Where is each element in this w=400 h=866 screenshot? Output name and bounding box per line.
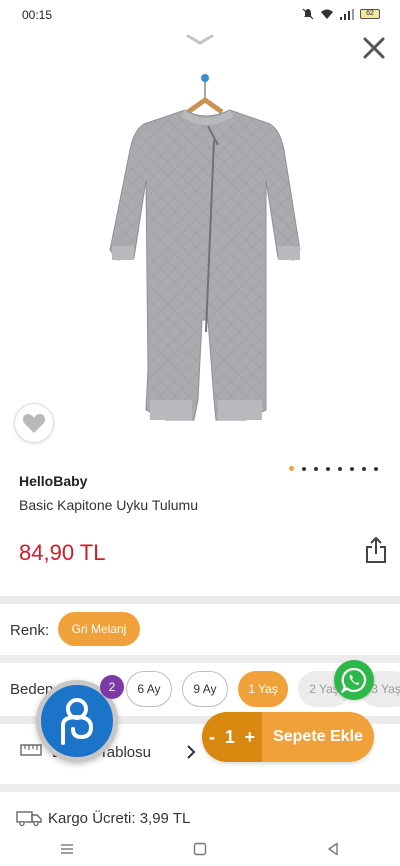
color-option-selected[interactable]: Gri Melanj [58,612,140,646]
menu-lines-icon [60,844,73,854]
section-divider [0,596,400,604]
whatsapp-icon [341,667,367,693]
increase-quantity-button[interactable]: + [244,727,255,748]
shipping-info: Kargo Ücreti: 3,99 TL [0,800,400,830]
image-carousel-dots[interactable] [289,466,378,471]
signal-icon [340,8,354,20]
status-time: 00:15 [22,8,53,22]
share-button[interactable] [364,535,388,565]
carousel-dot[interactable] [350,466,354,471]
back-button[interactable] [321,839,345,859]
color-label: Renk: [10,622,50,639]
ruler-icon [20,744,42,756]
chevron-right-icon [187,745,196,759]
system-nav-bar [0,832,400,866]
mute-icon [302,8,314,20]
square-icon [193,842,207,856]
whatsapp-button[interactable] [334,660,374,700]
decrease-quantity-button[interactable]: - [209,727,215,748]
triangle-back-icon [328,842,339,856]
section-divider [0,655,400,663]
carousel-dot[interactable] [326,466,330,471]
carousel-dot[interactable] [289,466,294,471]
heart-icon [22,414,46,433]
wifi-icon [321,9,333,19]
carousel-dot[interactable] [302,466,306,471]
close-button[interactable] [360,34,388,62]
carousel-dot[interactable] [374,466,378,471]
add-to-cart-button[interactable]: Sepete Ekle [262,712,374,762]
section-divider [0,784,400,792]
recent-apps-button[interactable] [55,839,79,859]
carousel-dot[interactable] [314,466,318,471]
status-icons: 62 [302,8,380,20]
quantity-stepper: - 1 + [202,712,262,762]
status-bar: 00:15 62 [0,0,400,30]
size-option-6-ay[interactable]: 6 Ay [126,671,172,707]
notification-badge: 2 [100,675,124,699]
carousel-dot[interactable] [338,466,342,471]
truck-icon [16,811,42,826]
size-option-9-ay[interactable]: 9 Ay [182,671,228,707]
product-price: 84,90 TL [19,540,106,565]
collapse-chevron-icon[interactable] [186,34,214,46]
product-name: Basic Kapitone Uyku Tulumu [19,497,198,513]
battery-icon: 62 [360,9,380,19]
size-option-1-yas[interactable]: 1 Yaş [238,671,288,707]
home-button[interactable] [188,839,212,859]
product-image[interactable] [90,70,320,450]
quantity-value: 1 [224,726,235,747]
brand-name[interactable]: HelloBaby [19,473,87,489]
add-to-cart-bar: - 1 + Sepete Ekle [202,712,374,762]
favorite-button[interactable] [14,403,54,443]
carousel-dot[interactable] [362,466,366,471]
assistant-logo-icon [61,698,94,745]
shipping-fee-text: Kargo Ücreti: 3,99 TL [48,810,191,827]
